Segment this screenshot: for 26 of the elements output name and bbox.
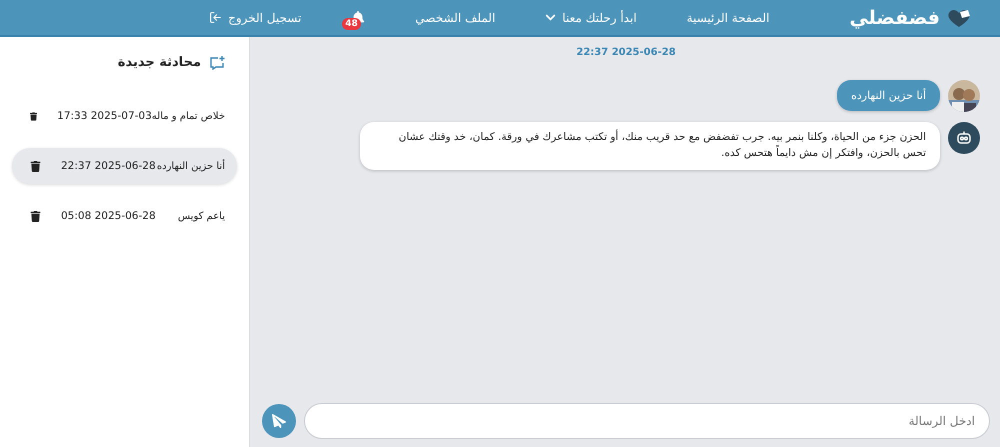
logout-link[interactable]: تسجيل الخروج <box>209 10 302 24</box>
logout-icon <box>209 11 222 24</box>
date-label: 2025-06-28 22:37 <box>576 47 676 58</box>
new-chat-icon <box>209 56 225 70</box>
new-chat-button[interactable]: محادثة جديدة <box>106 55 237 70</box>
nav-link[interactable]: الصفحة الرئيسية <box>686 10 770 24</box>
trash-icon[interactable] <box>30 110 38 122</box>
nav-dropdown[interactable]: ابدأ رحلتك معنا <box>545 10 637 24</box>
robot-icon <box>948 122 980 154</box>
brand-name[interactable]: فضفضلي <box>849 6 940 28</box>
conversation-time: 2025-07-03 17:33 <box>57 110 152 122</box>
user-message: أنا حزين النهارده <box>837 80 940 111</box>
message-field[interactable]: ادخل الرسالة <box>304 403 990 439</box>
trash-icon[interactable] <box>30 160 41 172</box>
conversation-time: 2025-06-28 22:37 <box>61 160 156 172</box>
conversation-title: ياعم كويس <box>178 210 225 222</box>
conversation-time: 2025-06-28 05:08 <box>61 210 156 222</box>
send-button[interactable] <box>262 404 296 438</box>
send-icon <box>272 414 286 428</box>
notification-badge: 48 <box>342 18 361 30</box>
conversation-title: أنا حزين النهارده <box>156 160 225 172</box>
nav-link[interactable]: الملف الشخصي <box>415 10 496 24</box>
chevron-down-icon <box>545 12 556 23</box>
bot-message: الحزن جزء من الحياة، وكلنا بنمر بيه. جرب تفضفض مع حد قريب منك، أو تكتب مشاعرك في ورقة. كمان، خد وقتك عشان تحس بالحزن، وافتكر إن مش دايماً هتحس كده. <box>360 122 940 170</box>
trash-icon[interactable] <box>30 210 41 222</box>
conversation-title: خلاص تمام و ماله <box>152 110 225 122</box>
